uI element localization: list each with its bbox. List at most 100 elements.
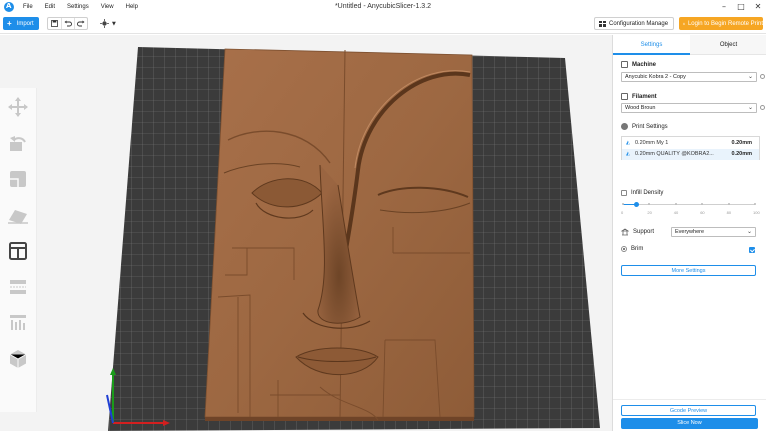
wood-relief-model[interactable] — [204, 48, 475, 421]
brim-heading: Brim — [621, 246, 643, 252]
printer-icon — [621, 61, 628, 68]
config-label: Configuration Manage — [609, 20, 669, 27]
seam-paint-icon[interactable] — [7, 276, 29, 298]
support-select[interactable]: Everywhere ⌄ — [671, 227, 756, 237]
filament-heading-label: Filament — [632, 93, 657, 100]
login-label: Login to Begin Remote Print — [687, 20, 763, 27]
infill-tick-label: 60 — [700, 210, 705, 215]
grid-icon — [599, 20, 606, 27]
machine-heading: Machine — [621, 61, 656, 68]
left-toolbar — [0, 88, 37, 412]
print-profile-name: 0.20mm QUALITY @KOBRA2... — [635, 151, 714, 157]
login-remote-print-button[interactable]: Login to Begin Remote Print — [679, 17, 763, 30]
infill-checkbox[interactable] — [621, 190, 627, 196]
window-controls: – □ ✕ — [720, 2, 762, 11]
filament-settings-icon[interactable] — [760, 105, 765, 110]
profile-icon: ◭ — [626, 151, 630, 157]
3d-viewport[interactable] — [0, 35, 612, 431]
main-toolbar: + Import ▼ Configuration Manage Login to… — [0, 14, 766, 34]
more-settings-button[interactable]: More Settings — [621, 265, 756, 276]
import-button[interactable]: + Import — [3, 17, 39, 30]
gear-icon — [621, 123, 628, 130]
support-heading: Support — [621, 228, 654, 236]
machine-heading-label: Machine — [632, 61, 657, 68]
brim-heading-label: Brim — [631, 246, 644, 252]
infill-tick-label: 0 — [621, 210, 624, 215]
print-profile-value: 0.20mm — [731, 140, 753, 146]
machine-select[interactable]: Anycubic Kobra 2 - Copy ⌄ — [621, 72, 757, 82]
menu-view[interactable]: View — [101, 4, 114, 10]
infill-tick-mark — [674, 203, 677, 205]
print-settings-row[interactable]: ◭ 0.20mm My 1 0.20mm — [622, 138, 759, 149]
window-title: *Untitled - AnycubicSlicer-1.3.2 — [334, 3, 432, 10]
panel-divider — [613, 399, 766, 400]
redo-icon[interactable] — [74, 18, 87, 29]
infill-tick-label: 100 — [753, 210, 760, 215]
view-cube-icon — [100, 19, 109, 28]
file-tools — [47, 17, 88, 30]
slice-now-button[interactable]: Slice Now — [621, 418, 758, 429]
machine-select-value: Anycubic Kobra 2 - Copy — [625, 74, 686, 80]
tab-settings[interactable]: Settings — [613, 35, 690, 55]
import-label: Import — [16, 20, 34, 27]
cut-icon[interactable] — [7, 204, 29, 226]
print-profile-name: 0.20mm My 1 — [635, 140, 669, 146]
configuration-manage-button[interactable]: Configuration Manage — [594, 17, 674, 30]
brim-icon — [621, 246, 627, 252]
support-paint-icon[interactable] — [7, 240, 29, 262]
infill-tick-label: 40 — [673, 210, 679, 215]
print-profile-value: 0.20mm — [731, 151, 753, 157]
filament-select-value: Wood Broun — [625, 105, 656, 111]
tab-object[interactable]: Object — [690, 35, 766, 55]
assembly-icon[interactable] — [7, 348, 29, 370]
infill-tick-label: 80 — [726, 210, 732, 215]
build-plate-scene[interactable] — [0, 35, 612, 431]
support-heading-label: Support — [633, 229, 655, 235]
chevron-down-icon: ▼ — [112, 20, 116, 27]
undo-icon[interactable] — [61, 18, 74, 29]
save-icon[interactable] — [48, 18, 61, 29]
maximize-icon[interactable]: □ — [737, 2, 745, 11]
print-settings-list: ◭ 0.20mm My 1 0.20mm ◭ 0.20mm QUALITY @K… — [621, 136, 760, 160]
brim-checkbox[interactable] — [749, 247, 755, 253]
filament-select[interactable]: Wood Broun ⌄ — [621, 103, 757, 113]
infill-tick-label: 20 — [647, 210, 652, 215]
chevron-down-icon: ⌄ — [746, 229, 752, 235]
minimize-icon[interactable]: – — [720, 2, 728, 11]
print-settings-heading: Print Settings — [621, 123, 668, 130]
menu-settings[interactable]: Settings — [67, 4, 89, 10]
filament-heading: Filament — [621, 93, 657, 100]
infill-slider-thumb[interactable] — [633, 202, 639, 207]
chevron-down-icon: ⌄ — [747, 74, 753, 80]
chevron-down-icon: ⌄ — [747, 105, 753, 111]
print-settings-row[interactable]: ◭ 0.20mm QUALITY @KOBRA2... 0.20mm — [622, 149, 759, 160]
menu-help[interactable]: Help — [126, 4, 138, 10]
infill-slider[interactable] — [623, 202, 755, 207]
menu-edit[interactable]: Edit — [45, 4, 55, 10]
app-logo-icon — [4, 2, 14, 12]
machine-settings-icon[interactable] — [760, 74, 765, 79]
infill-tick-mark — [754, 203, 756, 205]
move-icon[interactable] — [7, 96, 29, 118]
close-icon[interactable]: ✕ — [754, 2, 762, 11]
title-bar: File Edit Settings View Help *Untitled -… — [0, 0, 766, 14]
print-settings-heading-label: Print Settings — [632, 123, 668, 130]
infill-heading-label: Infill Density — [631, 190, 664, 196]
infill-tick-mark — [622, 203, 624, 205]
support-icon — [621, 228, 629, 236]
filament-icon — [621, 93, 628, 100]
profile-icon: ◭ — [626, 140, 630, 146]
settings-panel: Settings Object Machine Anycubic Kobra 2… — [612, 35, 766, 431]
infill-tick-mark — [727, 203, 730, 205]
support-select-value: Everywhere — [675, 229, 705, 235]
menu-file[interactable]: File — [23, 4, 33, 10]
measure-icon[interactable] — [7, 312, 29, 334]
rotate-icon[interactable] — [7, 132, 29, 154]
gcode-preview-button[interactable]: Gcode Preview — [621, 405, 756, 416]
infill-heading: Infill Density — [621, 190, 663, 196]
user-icon — [683, 22, 685, 25]
panel-tabs: Settings Object — [613, 35, 766, 55]
plus-icon: + — [7, 18, 12, 28]
view-cube-dropdown[interactable]: ▼ — [100, 17, 116, 30]
place-on-face-icon[interactable] — [7, 168, 29, 190]
